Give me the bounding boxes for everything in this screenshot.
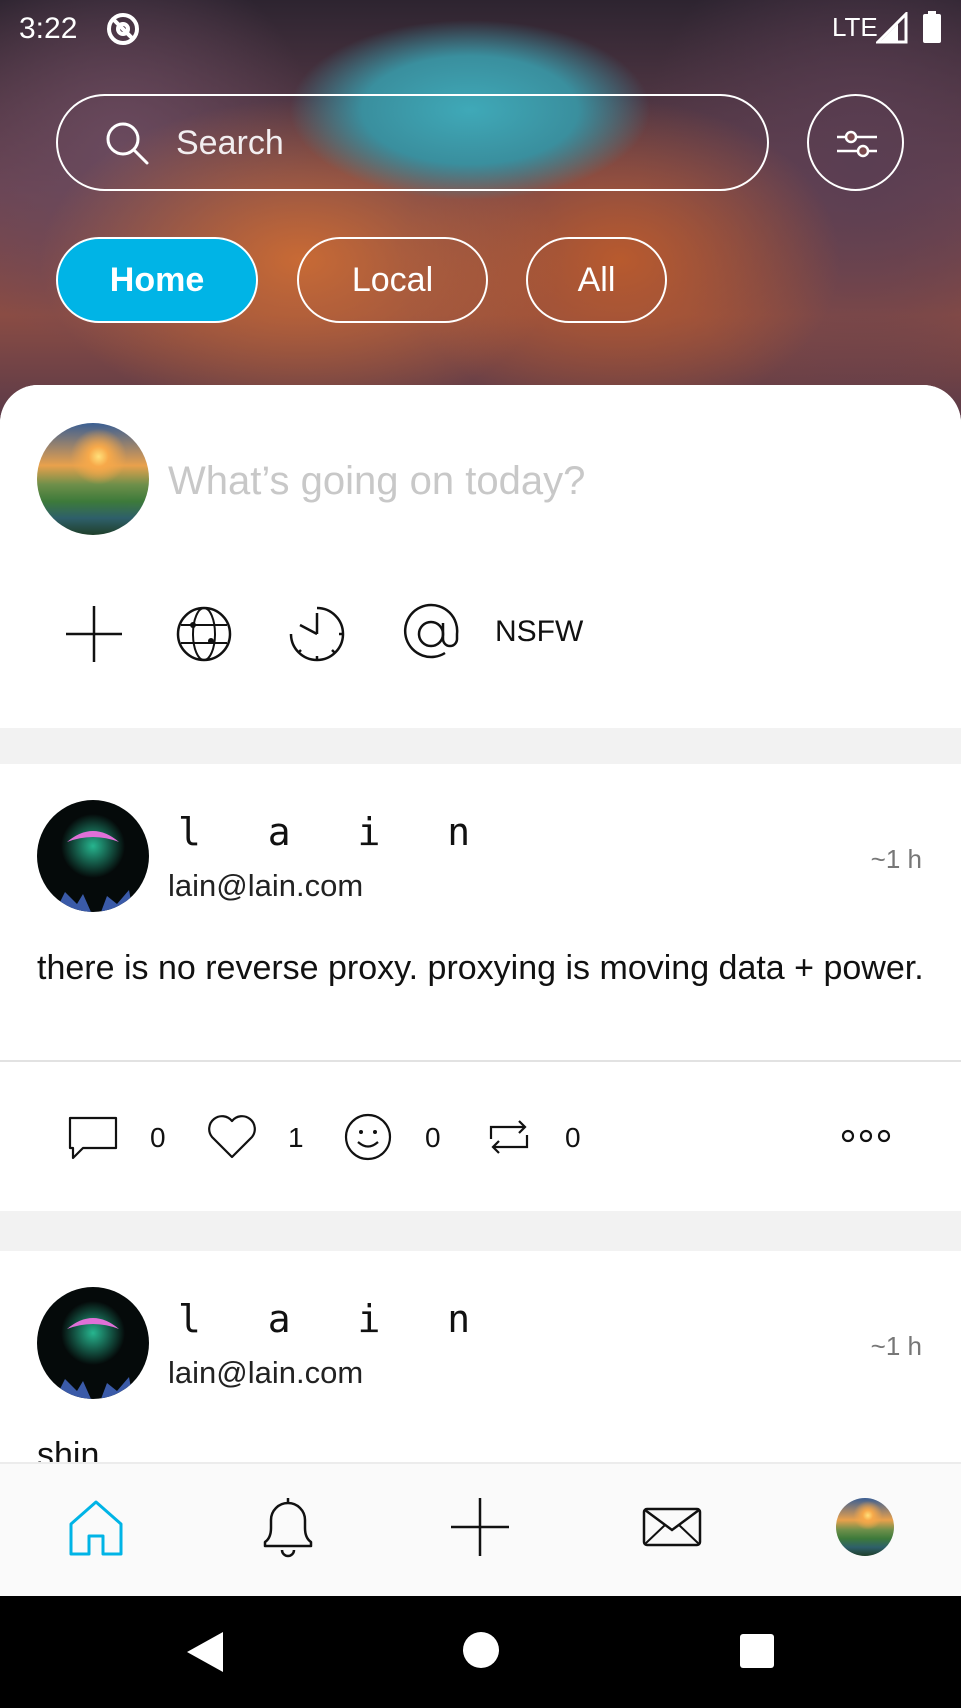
add-icon[interactable] xyxy=(63,603,125,665)
home-icon[interactable] xyxy=(63,1494,129,1560)
tab-all[interactable]: All xyxy=(526,237,667,323)
sliders-icon xyxy=(837,130,877,158)
schedule-icon[interactable] xyxy=(286,603,348,665)
timeline-sheet: NSFW l a i n lain@lain.com ~1 h there is… xyxy=(0,385,961,1463)
reply-icon[interactable] xyxy=(67,1111,119,1163)
network-type: LTE xyxy=(832,12,878,42)
tab-local[interactable]: Local xyxy=(297,237,488,323)
search-icon xyxy=(106,122,149,165)
status-bar: 3:22 LTE xyxy=(0,0,961,56)
post-display-name[interactable]: l a i n xyxy=(178,1297,492,1341)
post-content: shin xyxy=(37,1436,100,1463)
boost-icon[interactable] xyxy=(483,1111,535,1163)
divider xyxy=(0,1060,961,1062)
post-content: there is no reverse proxy. proxying is m… xyxy=(37,949,924,987)
post-card[interactable]: l a i n lain@lain.com ~1 h there is no r… xyxy=(0,764,961,1211)
search-input[interactable] xyxy=(176,118,736,168)
post-timestamp: ~1 h xyxy=(870,844,922,874)
boost-count: 0 xyxy=(565,1122,581,1153)
post-timestamp: ~1 h xyxy=(870,1331,922,1361)
battery-icon xyxy=(923,11,941,43)
at-sign-icon xyxy=(107,13,139,45)
avatar[interactable] xyxy=(37,1287,149,1399)
globe-icon[interactable] xyxy=(173,603,235,665)
heart-icon[interactable] xyxy=(206,1111,258,1163)
back-icon[interactable] xyxy=(183,1630,227,1674)
post-handle[interactable]: lain@lain.com xyxy=(168,868,363,904)
home-button[interactable] xyxy=(463,1632,499,1668)
mail-icon[interactable] xyxy=(639,1494,705,1560)
signal-icon xyxy=(876,12,908,44)
reaction-count: 0 xyxy=(425,1122,441,1153)
post-handle[interactable]: lain@lain.com xyxy=(168,1355,363,1391)
avatar[interactable] xyxy=(37,800,149,912)
post-composer: NSFW xyxy=(0,385,961,728)
header-background xyxy=(0,0,961,420)
post-card[interactable]: l a i n lain@lain.com ~1 h shin xyxy=(0,1251,961,1463)
system-navigation-bar xyxy=(0,1596,961,1708)
mention-icon[interactable] xyxy=(400,603,462,665)
avatar-image xyxy=(53,1297,133,1399)
bottom-nav xyxy=(0,1462,961,1596)
nsfw-toggle[interactable]: NSFW xyxy=(495,607,583,657)
reply-count: 0 xyxy=(150,1122,166,1153)
recents-button[interactable] xyxy=(740,1634,774,1668)
post-display-name[interactable]: l a i n xyxy=(178,810,492,854)
like-count: 1 xyxy=(288,1122,304,1153)
avatar-image xyxy=(53,810,133,912)
post-actions: 0 1 0 0 xyxy=(0,1064,961,1211)
bell-icon[interactable] xyxy=(255,1494,321,1560)
more-options-icon[interactable] xyxy=(840,1124,892,1148)
avatar[interactable] xyxy=(37,423,149,535)
tab-home[interactable]: Home xyxy=(56,237,258,323)
plus-icon[interactable] xyxy=(447,1494,513,1560)
status-time: 3:22 xyxy=(19,12,78,45)
search-bar[interactable] xyxy=(56,94,769,191)
filter-button[interactable] xyxy=(807,94,904,191)
profile-avatar[interactable] xyxy=(836,1498,894,1556)
status-input[interactable] xyxy=(168,451,928,511)
emoji-reaction-icon[interactable] xyxy=(342,1111,394,1163)
